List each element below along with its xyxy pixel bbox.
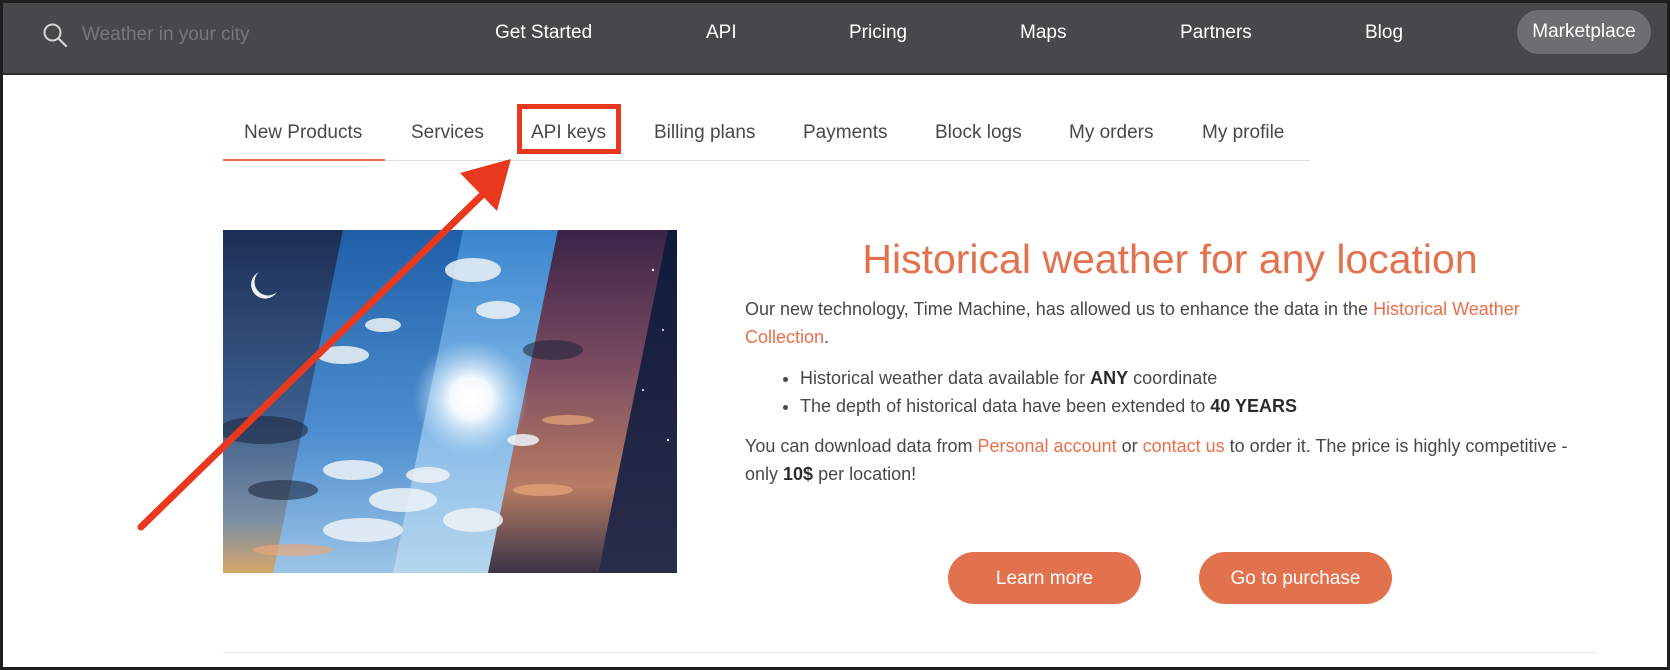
tab-block-logs[interactable]: Block logs [935,122,1022,144]
tab-services[interactable]: Services [411,122,484,144]
top-navigation-bar: Get Started API Pricing Maps Partners Bl… [0,0,1670,75]
page-headline: Historical weather for any location [862,236,1478,282]
tab-my-orders[interactable]: My orders [1069,122,1153,144]
intro-paragraph: Our new technology, Time Machine, has al… [745,299,1520,347]
nav-pricing[interactable]: Pricing [849,20,907,46]
search-icon[interactable] [42,22,68,48]
sky-time-lapse-image [223,230,677,573]
contact-us-link[interactable]: contact us [1143,436,1225,456]
nav-get-started[interactable]: Get Started [495,20,592,46]
nav-partners[interactable]: Partners [1180,20,1252,46]
section-divider [223,652,1597,653]
tab-api-keys[interactable]: API keys [531,122,606,144]
account-tabs: New Products Services API keys Billing p… [223,110,1310,161]
learn-more-button[interactable]: Learn more [948,552,1141,604]
feature-item: The depth of historical data have been e… [800,392,1585,420]
tab-payments[interactable]: Payments [803,122,887,144]
tab-my-profile[interactable]: My profile [1202,122,1284,144]
feature-item: Historical weather data available for AN… [800,364,1585,392]
nav-maps[interactable]: Maps [1020,20,1066,46]
feature-list: Historical weather data available for AN… [745,364,1585,420]
search-bar [42,20,404,50]
nav-api[interactable]: API [706,20,737,46]
personal-account-link[interactable]: Personal account [978,436,1117,456]
marketplace-button[interactable]: Marketplace [1517,10,1651,54]
tab-billing-plans[interactable]: Billing plans [654,122,755,144]
tab-new-products[interactable]: New Products [244,122,362,144]
search-input[interactable] [80,20,404,50]
download-paragraph: You can download data from Personal acco… [745,436,1568,484]
go-to-purchase-button[interactable]: Go to purchase [1199,552,1392,604]
nav-blog[interactable]: Blog [1365,20,1403,46]
active-tab-indicator [223,159,385,161]
